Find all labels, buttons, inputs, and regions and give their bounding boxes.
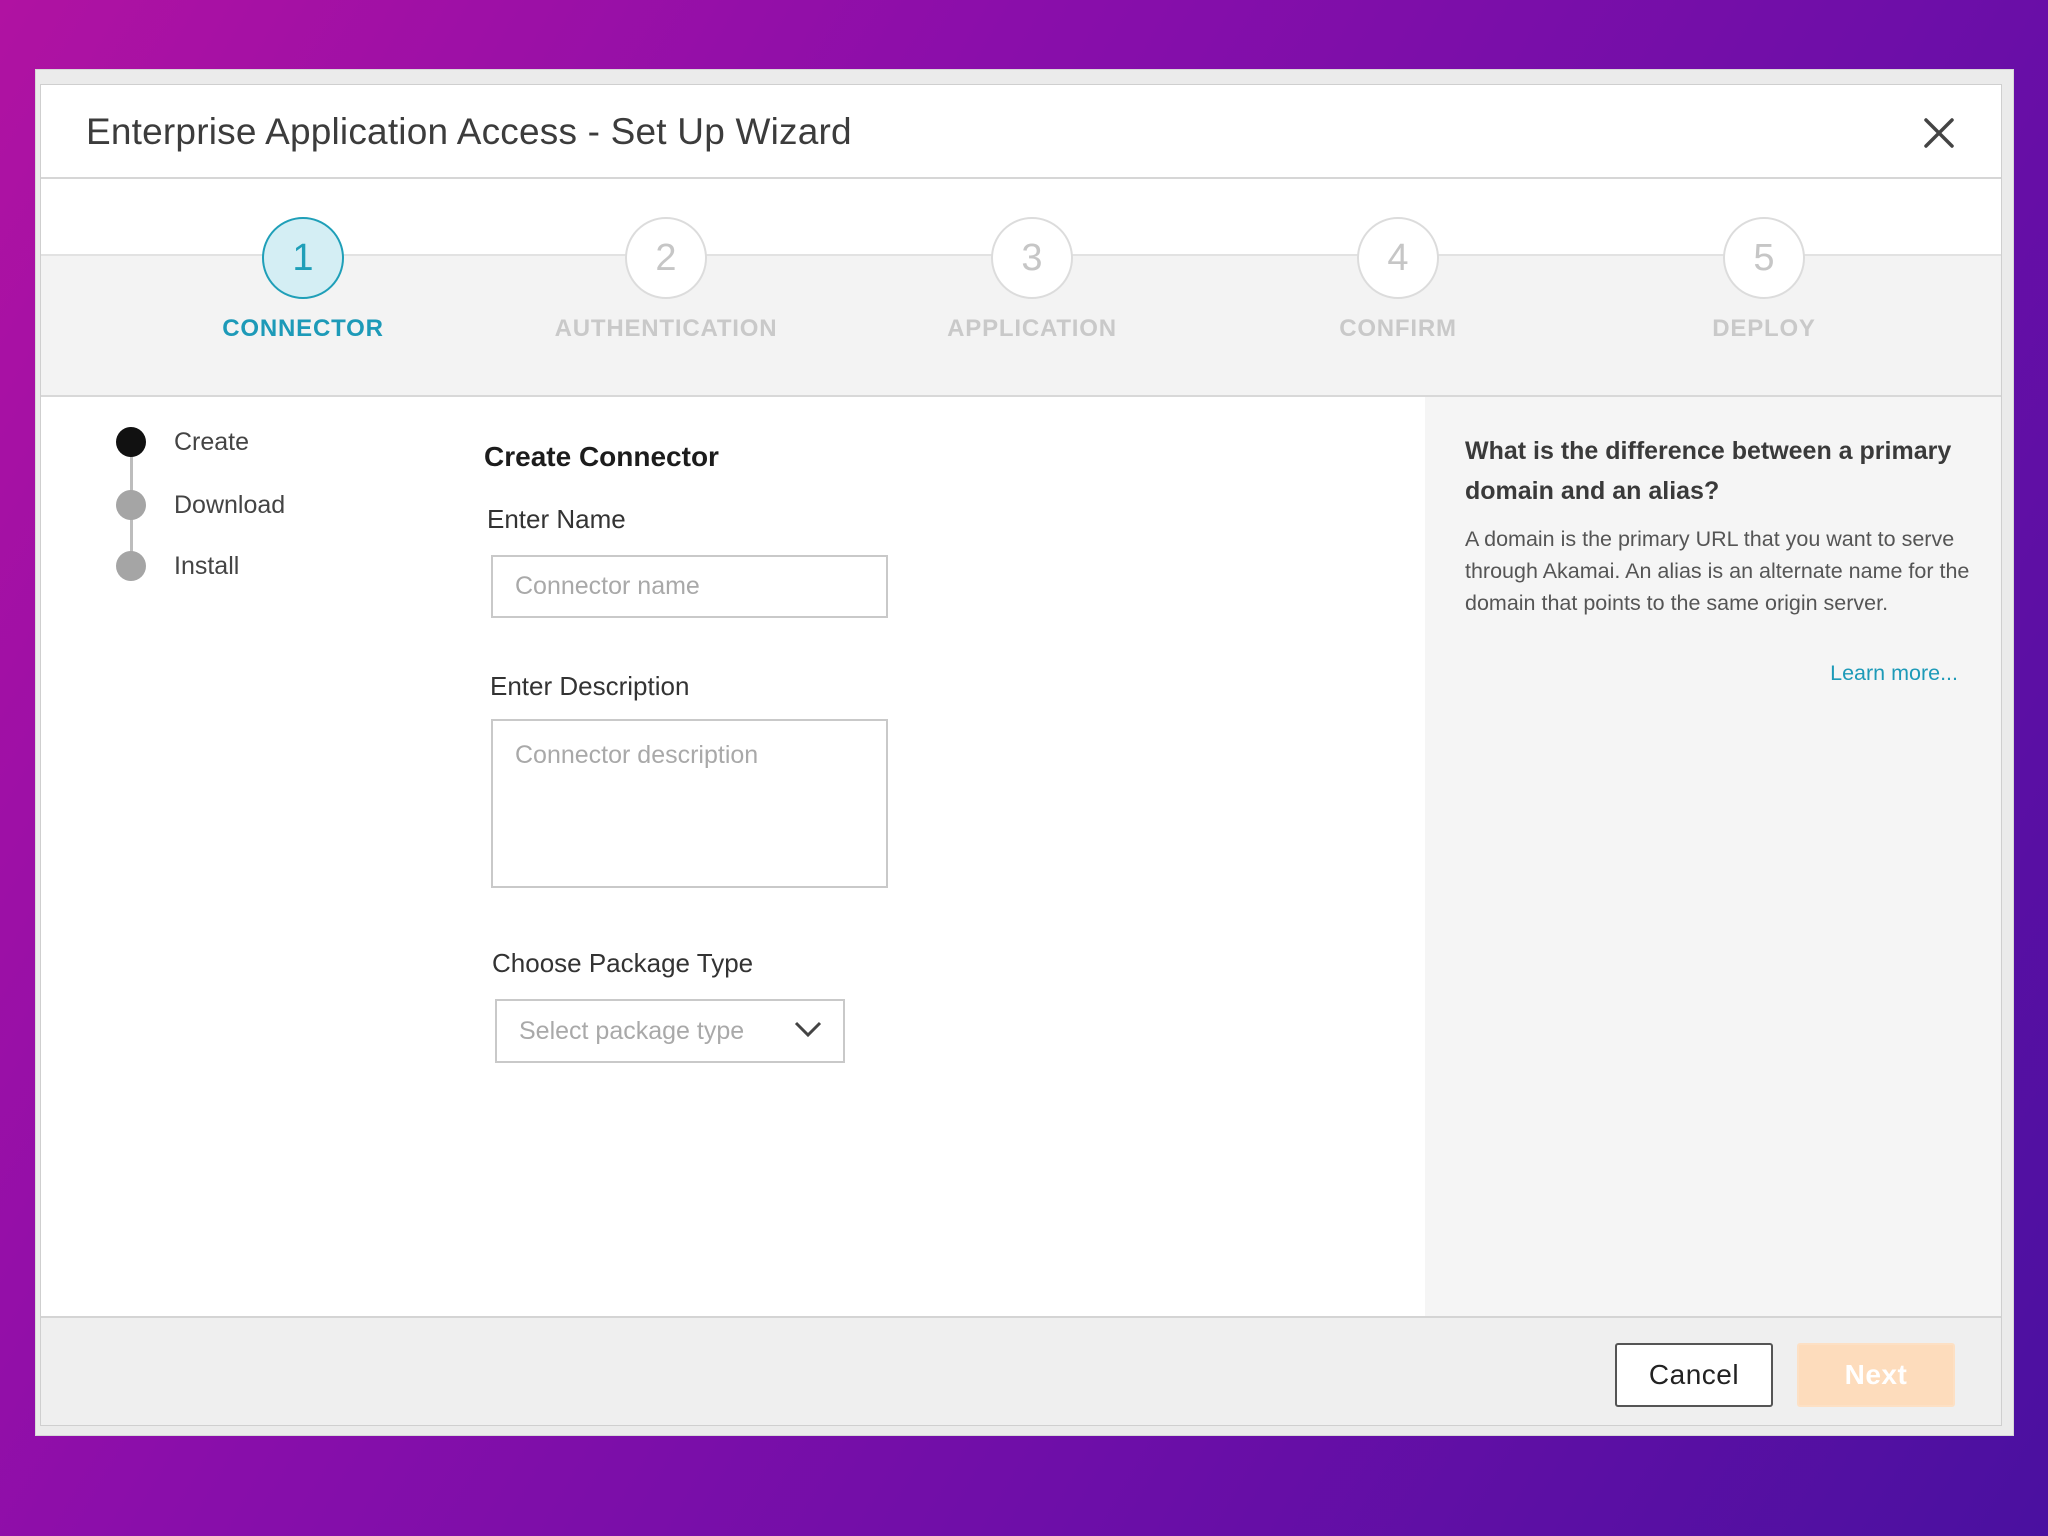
- wizard-content: Create Download Install Create Connector…: [41, 397, 2001, 1316]
- step-application[interactable]: 3 APPLICATION: [882, 181, 1182, 397]
- name-label: Enter Name: [487, 504, 626, 534]
- help-panel: What is the difference between a primary…: [1425, 397, 2001, 1316]
- step-label: DEPLOY: [1712, 315, 1816, 342]
- dialog-title: Enterprise Application Access - Set Up W…: [86, 111, 852, 152]
- package-type-placeholder: Select package type: [519, 1017, 745, 1045]
- cancel-button[interactable]: Cancel: [1615, 1343, 1773, 1407]
- substep-dot: [116, 551, 146, 581]
- step-label: APPLICATION: [947, 315, 1117, 342]
- step-label: AUTHENTICATION: [554, 315, 778, 342]
- help-title: What is the difference between a primary…: [1465, 437, 1952, 505]
- package-type-select[interactable]: Select package type: [495, 999, 845, 1063]
- learn-more-link[interactable]: Learn more...: [1830, 661, 1958, 686]
- substep-label: Create: [174, 428, 250, 456]
- step-number-badge: 5: [1723, 217, 1805, 299]
- chevron-down-icon: [793, 1019, 823, 1041]
- step-number-badge: 2: [625, 217, 707, 299]
- step-number-badge: 4: [1357, 217, 1439, 299]
- substep-label: Download: [174, 491, 286, 519]
- form-title: Create Connector: [484, 441, 719, 472]
- close-icon[interactable]: [1921, 115, 1957, 151]
- dialog-footer: Cancel Next: [41, 1316, 2001, 1425]
- step-label: CONNECTOR: [222, 315, 384, 342]
- substep-label: Install: [174, 552, 240, 580]
- substep-dot: [116, 427, 146, 457]
- help-body: A domain is the primary URL that you wan…: [1465, 527, 1970, 615]
- setup-wizard-dialog: Enterprise Application Access - Set Up W…: [40, 84, 2002, 1426]
- substep-dot: [116, 490, 146, 520]
- next-button[interactable]: Next: [1797, 1343, 1955, 1407]
- step-number-badge: 1: [262, 217, 344, 299]
- step-connector[interactable]: 1 CONNECTOR: [153, 181, 453, 397]
- dialog-header: Enterprise Application Access - Set Up W…: [41, 85, 2001, 179]
- description-label: Enter Description: [490, 671, 690, 701]
- step-authentication[interactable]: 2 AUTHENTICATION: [516, 181, 816, 397]
- wizard-stepper: 1 CONNECTOR 2 AUTHENTICATION 3 APPLICATI…: [41, 181, 2001, 397]
- step-label: CONFIRM: [1339, 315, 1457, 342]
- connector-name-input[interactable]: [491, 555, 888, 618]
- form-pane: Create Download Install Create Connector…: [41, 397, 1425, 1316]
- step-deploy[interactable]: 5 DEPLOY: [1614, 181, 1914, 397]
- step-confirm[interactable]: 4 CONFIRM: [1248, 181, 1548, 397]
- connector-description-input[interactable]: [491, 719, 888, 888]
- step-number-badge: 3: [991, 217, 1073, 299]
- package-type-label: Choose Package Type: [492, 948, 754, 978]
